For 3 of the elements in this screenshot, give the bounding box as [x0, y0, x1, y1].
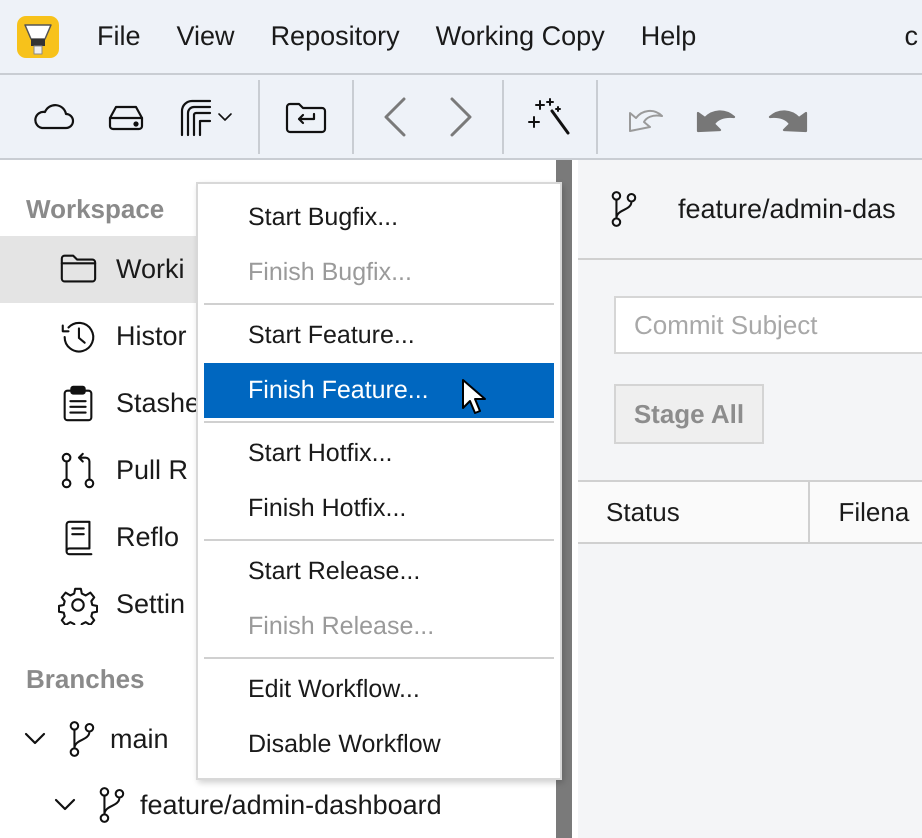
- branch-name: feature/admin-das: [678, 192, 896, 226]
- section-heading: Branches: [26, 663, 144, 696]
- section-heading: Workspace: [26, 193, 164, 226]
